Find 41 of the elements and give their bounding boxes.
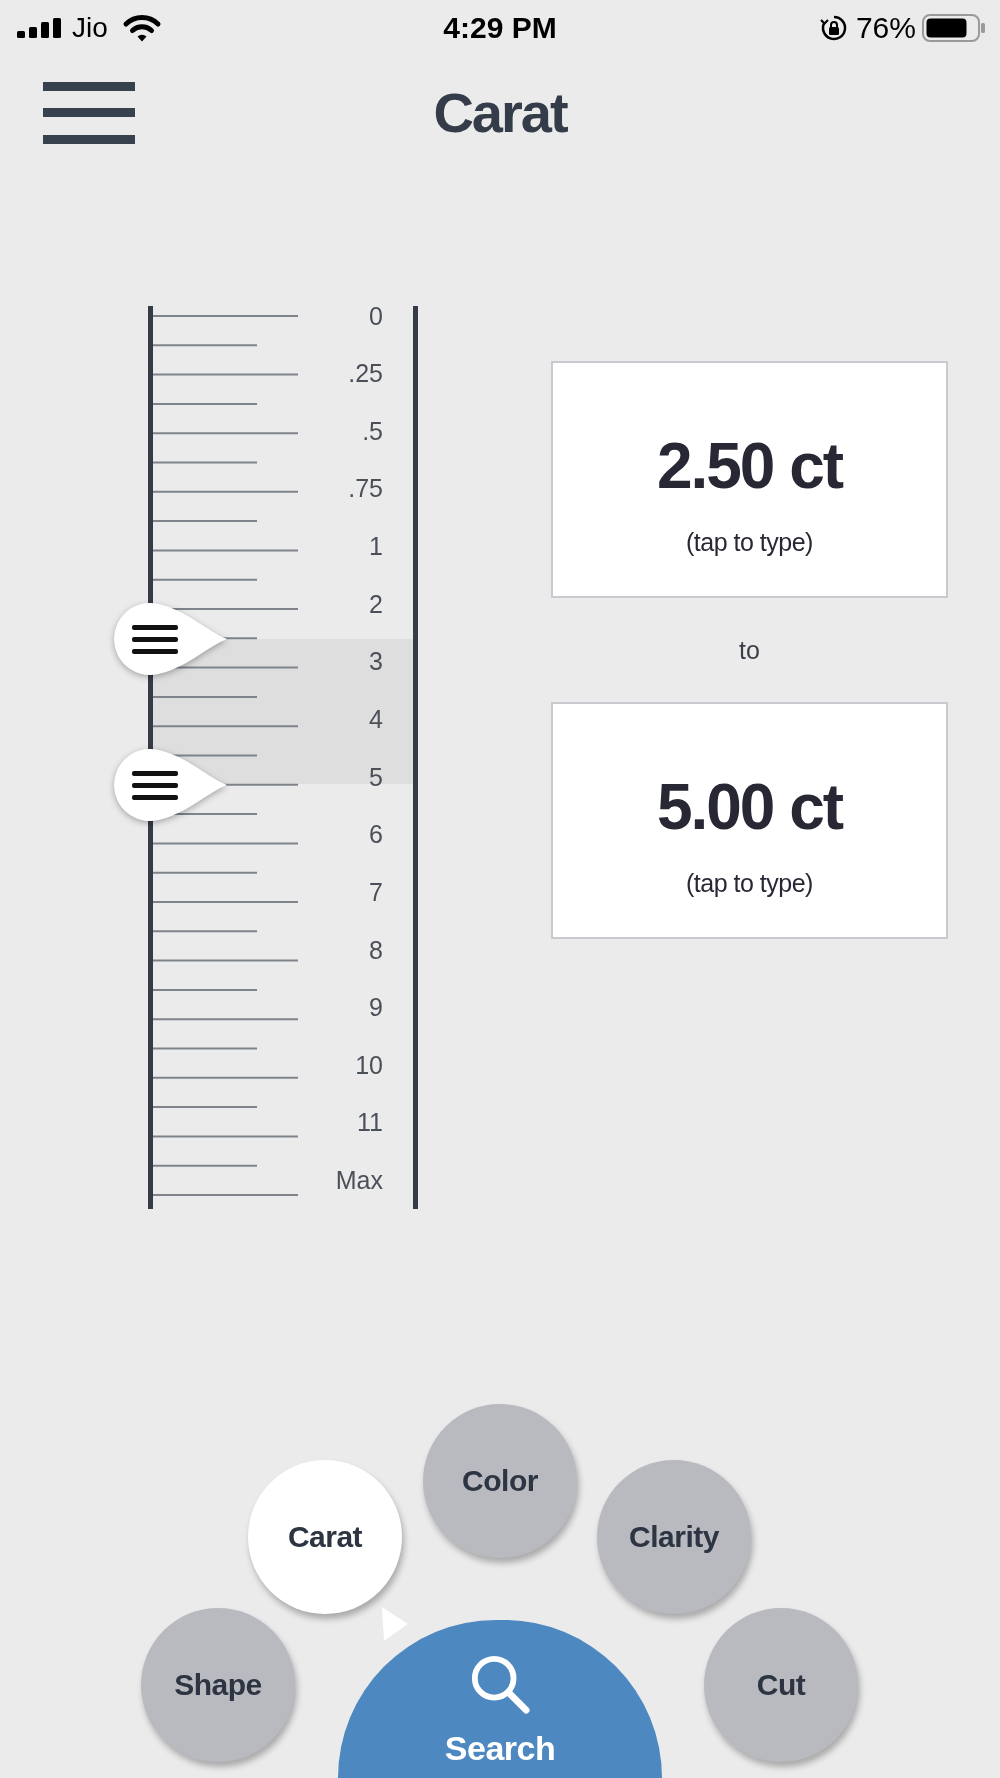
- carat-value: 5.00 ct: [656, 771, 843, 843]
- slider-thumb[interactable]: [112, 600, 228, 677]
- filter-bubble[interactable]: Color: [423, 1404, 577, 1558]
- battery-percentage: 76%: [855, 12, 916, 43]
- carat-input-field[interactable]: 5.00 ct (tap to type): [551, 702, 948, 939]
- orientation-lock-icon: [819, 13, 848, 42]
- scale-label: 5: [369, 761, 383, 792]
- scale-label: Max: [335, 1165, 383, 1196]
- menu-icon: [43, 81, 135, 144]
- filter-bubble[interactable]: Clarity: [597, 1460, 751, 1614]
- scale-label: 3: [369, 646, 383, 677]
- tap-hint: (tap to type): [686, 527, 813, 557]
- clock-time: 4:29 PM: [443, 12, 557, 43]
- search-button[interactable]: Search: [338, 1620, 662, 1778]
- page-title: Carat: [433, 84, 567, 141]
- scale-label: 10: [355, 1049, 383, 1080]
- search-icon: [469, 1653, 531, 1715]
- scale-label: 6: [369, 819, 383, 850]
- tap-hint: (tap to type): [686, 868, 813, 898]
- scale-label: .75: [348, 473, 383, 504]
- wifi-icon: [121, 12, 162, 43]
- filter-bubble[interactable]: Carat: [248, 1460, 402, 1614]
- scale-label: 9: [369, 992, 383, 1023]
- scale-label: 7: [369, 876, 383, 907]
- carat-value: 2.50 ct: [656, 430, 843, 502]
- scale-label: 11: [357, 1107, 383, 1138]
- carat-input-field[interactable]: 2.50 ct (tap to type): [551, 361, 948, 598]
- scale-label: 8: [369, 934, 383, 965]
- scale-label: 2: [369, 588, 383, 619]
- signal-icon: [17, 17, 62, 38]
- slider-thumb[interactable]: [112, 746, 228, 823]
- menu-button[interactable]: [43, 81, 135, 144]
- range-separator: to: [739, 635, 760, 665]
- carrier-name: Jio: [72, 13, 108, 42]
- scale-label: .25: [348, 358, 383, 389]
- filter-bubble[interactable]: Cut: [704, 1608, 858, 1762]
- battery-icon: [922, 13, 986, 42]
- scale-label: .5: [362, 415, 383, 446]
- filter-bubble[interactable]: Shape: [141, 1608, 295, 1762]
- scale-label: 4: [369, 704, 383, 734]
- scale-label: 1: [369, 531, 383, 562]
